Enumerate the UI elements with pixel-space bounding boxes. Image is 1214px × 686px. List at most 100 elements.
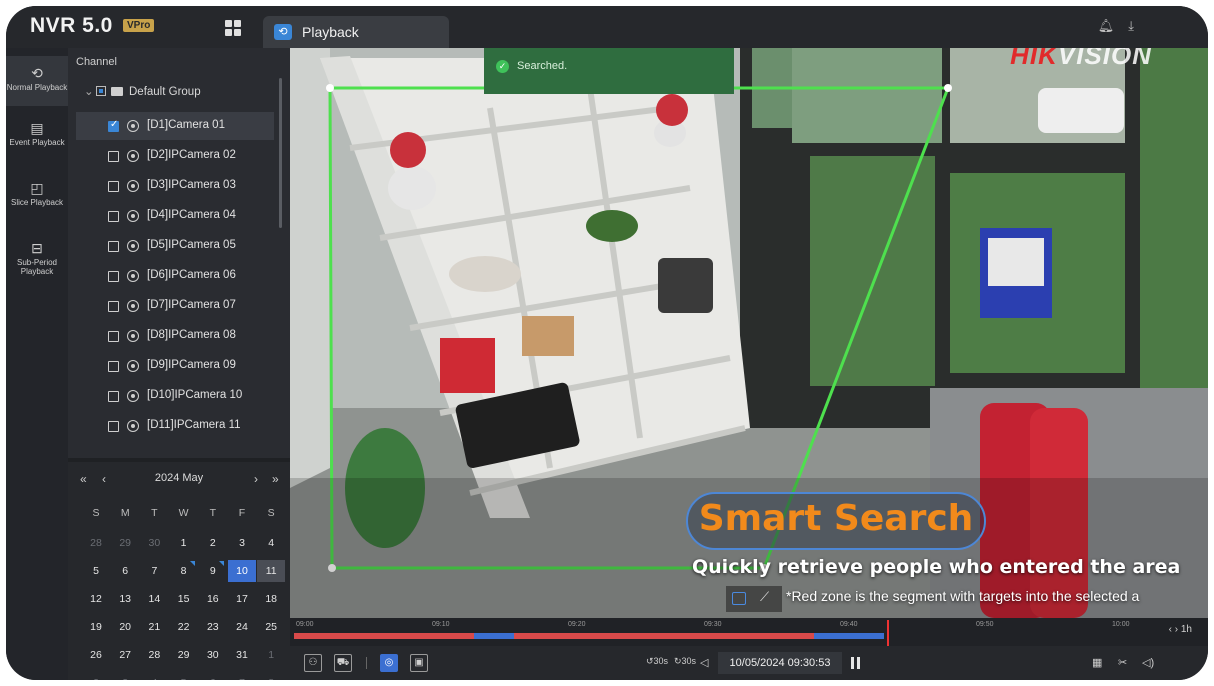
target-segment[interactable]	[514, 633, 814, 639]
camera-checkbox[interactable]	[108, 331, 119, 342]
next-year-button[interactable]: »	[272, 472, 279, 486]
vehicle-search-button[interactable]: ⛟	[334, 654, 352, 672]
camera-row[interactable]: [D8]IPCamera 08	[76, 322, 274, 350]
calendar-day[interactable]: 4	[257, 532, 285, 554]
camera-row[interactable]: [D5]IPCamera 05	[76, 232, 274, 260]
calendar-day[interactable]: 22	[170, 616, 198, 638]
hikvision-logo: HIKVISION	[1010, 48, 1152, 70]
calendar-day[interactable]: 28	[82, 532, 110, 554]
camera-row[interactable]: [D6]IPCamera 06	[76, 262, 274, 290]
target-segment[interactable]	[294, 633, 474, 639]
calendar-day[interactable]: 26	[82, 644, 110, 666]
picture-search-button[interactable]: ▣	[410, 654, 428, 672]
download-icon[interactable]: ⤓	[1128, 18, 1148, 33]
camera-row[interactable]: [D4]IPCamera 04	[76, 202, 274, 230]
group-checkbox[interactable]	[96, 86, 106, 96]
calendar-day[interactable]: 15	[170, 588, 198, 610]
nav-event-playback[interactable]: ▤ Event Playback	[6, 118, 68, 147]
camera-row[interactable]: [D10]IPCamera 10	[76, 382, 274, 410]
camera-checkbox[interactable]	[108, 211, 119, 222]
playback-timeline[interactable]: 09:00 09:10 09:20 09:30 09:40 09:50 10:00 ‹ › …	[290, 618, 1208, 646]
camera-checkbox[interactable]	[108, 421, 119, 432]
smart-search-button[interactable]: ◎	[380, 654, 398, 672]
calendar-day[interactable]: 6	[111, 560, 139, 582]
calendar-day[interactable]: 27	[111, 644, 139, 666]
calendar-day[interactable]: 2	[82, 672, 110, 680]
person-search-button[interactable]: ⚇	[304, 654, 322, 672]
camera-row[interactable]: [D11]IPCamera 11	[76, 412, 274, 440]
camera-checkbox[interactable]	[108, 301, 119, 312]
camera-checkbox[interactable]	[108, 181, 119, 192]
camera-row[interactable]: [D2]IPCamera 02	[76, 142, 274, 170]
draw-area-icon[interactable]	[732, 592, 746, 605]
volume-icon[interactable]: ◁)	[1142, 656, 1154, 669]
nav-normal-playback[interactable]: ⟲ Normal Playback	[6, 56, 68, 106]
calendar-day[interactable]: 30	[140, 532, 168, 554]
calendar-day[interactable]: 20	[111, 616, 139, 638]
calendar-day[interactable]: 7	[228, 672, 256, 680]
calendar-day[interactable]: 8	[170, 560, 198, 582]
calendar-day[interactable]: 1	[170, 532, 198, 554]
camera-checkbox[interactable]	[108, 241, 119, 252]
timeline-cursor[interactable]	[887, 620, 889, 646]
calendar-day[interactable]: 18	[257, 588, 285, 610]
calendar-day[interactable]: 29	[111, 532, 139, 554]
calendar-day[interactable]: 5	[170, 672, 198, 680]
bell-icon[interactable]: 🔔︎	[1098, 18, 1129, 33]
pause-icon[interactable]	[850, 657, 862, 669]
snapshot-icon[interactable]: ▦	[1092, 656, 1102, 669]
app-grid-icon[interactable]	[225, 20, 241, 36]
calendar-day[interactable]: 6	[199, 672, 227, 680]
camera-row[interactable]: [D1]Camera 01	[76, 112, 274, 140]
camera-checkbox[interactable]	[108, 361, 119, 372]
calendar-day[interactable]: 25	[257, 616, 285, 638]
calendar-day[interactable]: 3	[228, 532, 256, 554]
rewind-30s-button[interactable]: ↺30s	[646, 656, 668, 667]
calendar-day[interactable]: 17	[228, 588, 256, 610]
calendar-day[interactable]: 30	[199, 644, 227, 666]
calendar-day[interactable]: 3	[111, 672, 139, 680]
calendar-day[interactable]: 5	[82, 560, 110, 582]
calendar-day[interactable]: 4	[140, 672, 168, 680]
calendar-day[interactable]: 13	[111, 588, 139, 610]
calendar-day[interactable]: 10	[228, 560, 256, 582]
calendar-day[interactable]: 11	[257, 560, 286, 582]
channel-group-default[interactable]: ⌄ Default Group	[84, 84, 201, 104]
calendar-day[interactable]: 16	[199, 588, 227, 610]
calendar-day[interactable]: 12	[82, 588, 110, 610]
calendar-day[interactable]: 19	[82, 616, 110, 638]
calendar-day[interactable]: 1	[257, 644, 285, 666]
camera-checkbox[interactable]	[108, 271, 119, 282]
nav-slice-playback[interactable]: ◰ Slice Playback	[6, 178, 68, 207]
calendar-day[interactable]: 23	[199, 616, 227, 638]
normal-segment[interactable]	[814, 633, 884, 639]
calendar-day[interactable]: 9	[199, 560, 227, 582]
nav-sub-period-playback[interactable]: ⊟ Sub-Period Playback	[6, 238, 68, 276]
calendar-day[interactable]: 24	[228, 616, 256, 638]
clip-icon[interactable]: ✂	[1118, 656, 1127, 669]
calendar-day[interactable]: 21	[140, 616, 168, 638]
video-view[interactable]: HIKVISION ✓ Searched. Smart Search Quick…	[290, 48, 1208, 618]
calendar-day[interactable]: 28	[140, 644, 168, 666]
draw-line-icon[interactable]: ⟋	[760, 589, 769, 605]
calendar-day[interactable]: 14	[140, 588, 168, 610]
camera-row[interactable]: [D7]IPCamera 07	[76, 292, 274, 320]
reverse-play-icon[interactable]: ◁	[700, 656, 708, 669]
normal-segment[interactable]	[474, 633, 514, 639]
tab-playback[interactable]: ⟲ Playback	[263, 16, 449, 48]
calendar-day[interactable]: 2	[199, 532, 227, 554]
calendar-day[interactable]: 31	[228, 644, 256, 666]
calendar-day[interactable]: 7	[140, 560, 168, 582]
calendar-day[interactable]: 29	[170, 644, 198, 666]
forward-30s-button[interactable]: ↻30s	[674, 656, 696, 667]
calendar-day[interactable]: 8	[257, 672, 285, 680]
chevron-down-icon[interactable]: ⌄	[84, 84, 96, 98]
channel-scrollbar[interactable]	[279, 78, 282, 228]
camera-row[interactable]: [D3]IPCamera 03	[76, 172, 274, 200]
camera-checkbox[interactable]	[108, 151, 119, 162]
camera-row[interactable]: [D9]IPCamera 09	[76, 352, 274, 380]
camera-checkbox[interactable]	[108, 391, 119, 402]
next-month-button[interactable]: ›	[254, 472, 258, 486]
timeline-zoom[interactable]: ‹ › 1h	[1169, 624, 1192, 635]
camera-checkbox[interactable]	[108, 119, 119, 132]
